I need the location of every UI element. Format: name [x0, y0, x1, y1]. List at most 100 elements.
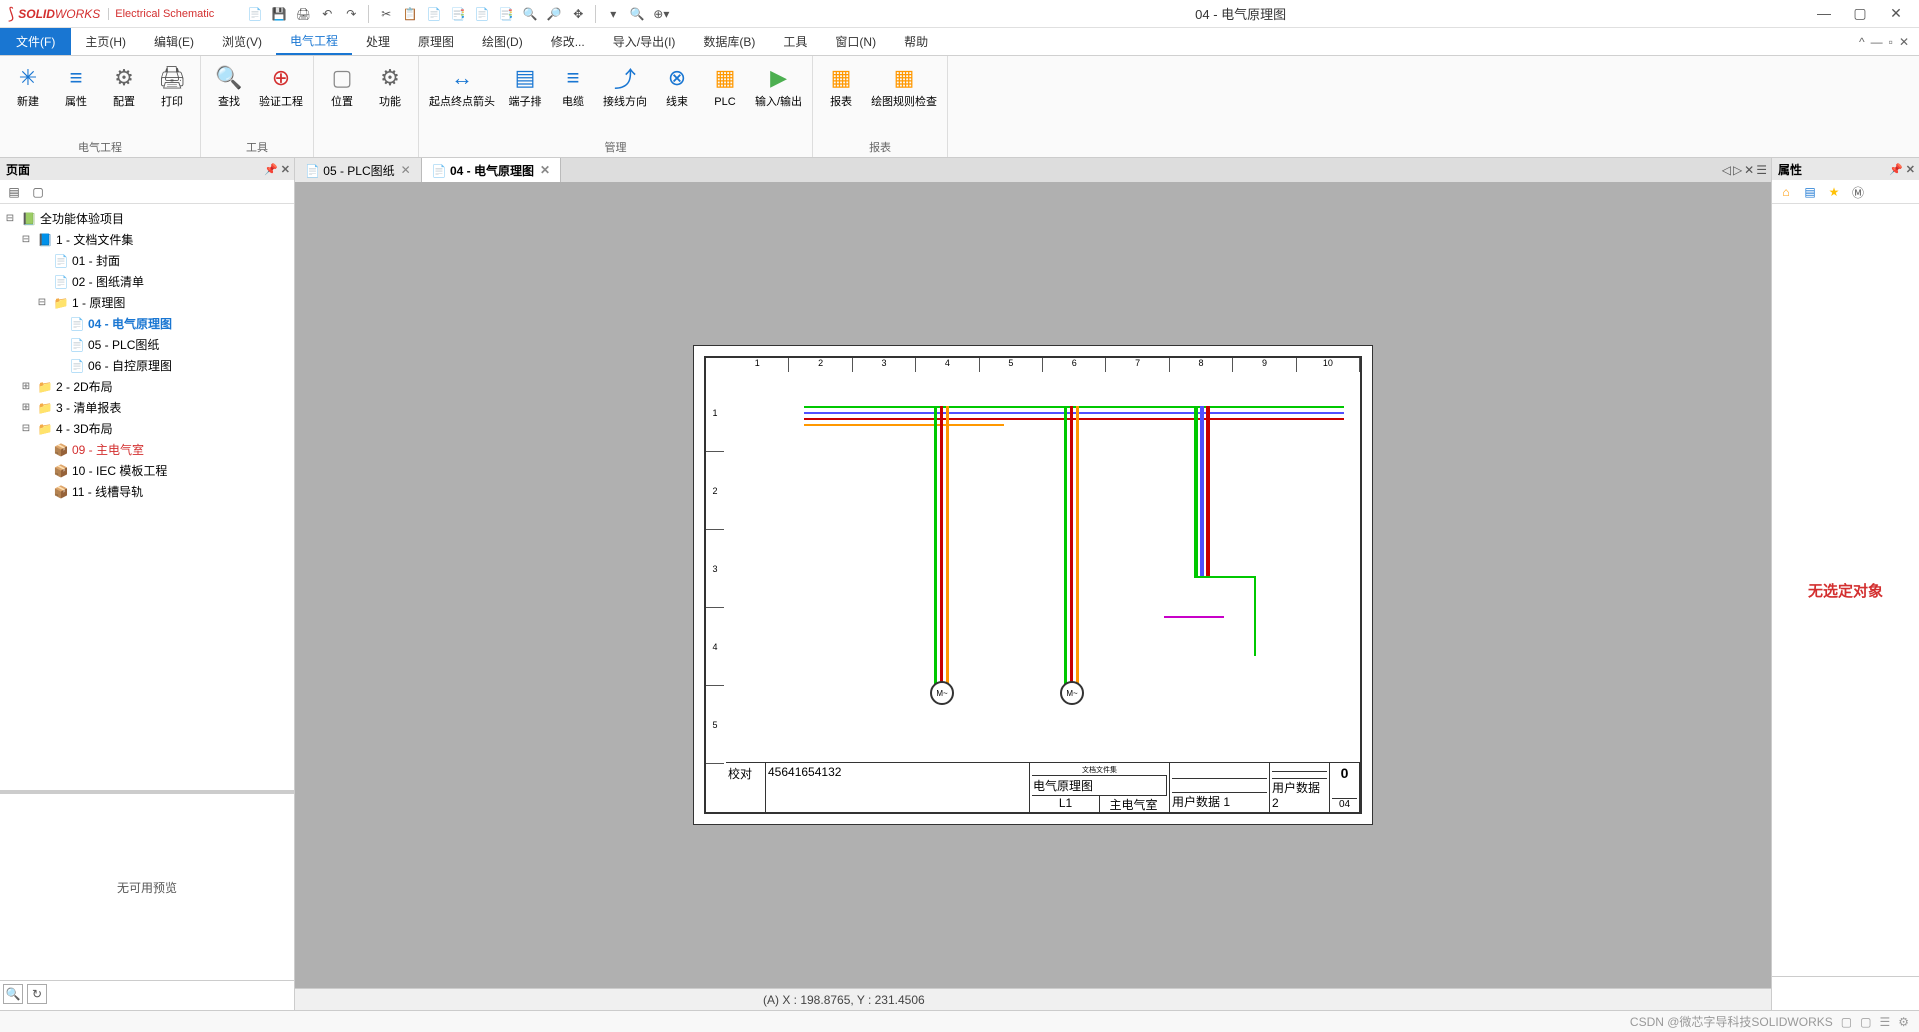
ribbon-绘图规则检查[interactable]: ▦绘图规则检查	[867, 60, 941, 111]
menu-tab-9[interactable]: 数据库(B)	[689, 28, 769, 55]
qat-redo-icon[interactable]: ↷	[340, 3, 362, 25]
qat-copy3-icon[interactable]: 📑	[495, 3, 517, 25]
ribbon-查找[interactable]: 🔍查找	[207, 60, 251, 111]
tab-menu-icon[interactable]: ☰	[1756, 163, 1767, 177]
ribbon-close-icon[interactable]: ✕	[1899, 35, 1909, 49]
qat-search-icon[interactable]: 🔍	[626, 3, 648, 25]
menu-tab-10[interactable]: 工具	[769, 28, 821, 55]
file-menu[interactable]: 文件(F)	[0, 28, 71, 55]
quick-access-toolbar: 📄 💾 🖨 ↶ ↷ ✂ 📋 📄 📑 📄 📑 🔍 🔎 ✥ ▾ 🔍 ⊕▾	[244, 3, 672, 25]
qat-copy2-icon[interactable]: 📄	[471, 3, 493, 25]
ribbon-icon: ≡	[557, 62, 589, 94]
zoom-tool-icon[interactable]: 🔍	[3, 984, 23, 1004]
pin-icon[interactable]: 📌 ✕	[1889, 163, 1915, 176]
tree-item[interactable]: 📄01 - 封面	[51, 251, 122, 270]
m-icon[interactable]: Ⓜ	[1848, 182, 1868, 202]
star-icon[interactable]: ★	[1824, 182, 1844, 202]
ribbon-起点终点箭头[interactable]: ↔起点终点箭头	[425, 60, 499, 111]
doctab[interactable]: 📄 04 - 电气原理图✕	[422, 158, 561, 182]
ribbon-新建[interactable]: ✳新建	[6, 60, 50, 111]
canvas[interactable]: 12345678910 12345	[295, 182, 1771, 988]
menu-tab-6[interactable]: 绘图(D)	[468, 28, 537, 55]
doctab[interactable]: 📄 05 - PLC图纸✕	[295, 158, 422, 182]
minimize-button[interactable]: —	[1809, 5, 1839, 22]
ribbon-报表[interactable]: ▦报表	[819, 60, 863, 111]
tab-close-icon[interactable]: ✕	[540, 163, 550, 177]
ribbon-输入/输出[interactable]: ▶输入/输出	[751, 60, 806, 111]
menu-tab-11[interactable]: 窗口(N)	[821, 28, 890, 55]
tree-3d[interactable]: 📁4 - 3D布局	[35, 419, 115, 438]
ribbon-PLC[interactable]: ▦PLC	[703, 60, 747, 111]
app-logo: ⟆ SOLIDWORKS Electrical Schematic	[8, 4, 214, 24]
tree-item[interactable]: 📦09 - 主电气室	[51, 440, 146, 459]
menu-tab-4[interactable]: 处理	[352, 28, 404, 55]
right-panel-header: 属性 📌 ✕	[1772, 158, 1919, 180]
ribbon-电缆[interactable]: ≡电缆	[551, 60, 595, 111]
qat-paste2-icon[interactable]: 📑	[447, 3, 469, 25]
tree-item[interactable]: 📄05 - PLC图纸	[67, 335, 161, 354]
tab-nav-right-icon[interactable]: ▷	[1733, 163, 1742, 177]
menu-tab-2[interactable]: 浏览(V)	[208, 28, 276, 55]
qat-print-icon[interactable]: 🖨	[292, 3, 314, 25]
qat-new-icon[interactable]: 📄	[244, 3, 266, 25]
qat-target-icon[interactable]: ⊕▾	[650, 3, 672, 25]
ribbon-端子排[interactable]: ▤端子排	[503, 60, 547, 111]
ribbon-属性[interactable]: ≡属性	[54, 60, 98, 111]
menu-tab-7[interactable]: 修改...	[537, 28, 599, 55]
qat-paste-icon[interactable]: 📄	[423, 3, 445, 25]
tree-item[interactable]: 📦10 - IEC 模板工程	[51, 461, 169, 480]
menu-tab-12[interactable]: 帮助	[890, 28, 942, 55]
refresh-icon[interactable]: ↻	[27, 984, 47, 1004]
tab-close-icon[interactable]: ✕	[401, 163, 411, 177]
menu-tab-8[interactable]: 导入/导出(I)	[599, 28, 690, 55]
footer-icon2[interactable]: ▢	[1860, 1015, 1871, 1029]
qat-pan-icon[interactable]: ✥	[567, 3, 589, 25]
ribbon-icon: ▦	[888, 62, 920, 94]
tree-schematic-folder[interactable]: 📁1 - 原理图	[51, 293, 127, 312]
ribbon-restore-icon[interactable]: ▫	[1889, 35, 1893, 49]
drawing-sheet: 12345678910 12345	[693, 345, 1373, 825]
preview-pane: 无可用预览	[0, 790, 294, 980]
ribbon-配置[interactable]: ⚙配置	[102, 60, 146, 111]
qat-cut-icon[interactable]: ✂	[375, 3, 397, 25]
ribbon-验证工程[interactable]: ⊕验证工程	[255, 60, 307, 111]
home-icon[interactable]: ⌂	[1776, 182, 1796, 202]
footer-icon1[interactable]: ▢	[1841, 1015, 1852, 1029]
qat-copy-icon[interactable]: 📋	[399, 3, 421, 25]
footer-icon3[interactable]: ☰	[1879, 1015, 1890, 1029]
qat-zoom-in-icon[interactable]: 🔍	[519, 3, 541, 25]
qat-filter-icon[interactable]: ▾	[602, 3, 624, 25]
ribbon-min-icon[interactable]: —	[1871, 35, 1883, 49]
tree-docset[interactable]: 📘1 - 文档文件集	[35, 230, 135, 249]
qat-undo-icon[interactable]: ↶	[316, 3, 338, 25]
menu-tab-3[interactable]: 电气工程	[276, 28, 352, 55]
thumb-view-icon[interactable]: ▢	[28, 182, 48, 202]
ribbon-打印[interactable]: 🖨打印	[150, 60, 194, 111]
ribbon-功能[interactable]: ⚙功能	[368, 60, 412, 111]
restore-button[interactable]: ▢	[1845, 5, 1875, 22]
tree-root[interactable]: 📗全功能体验项目	[19, 209, 126, 228]
tree-report[interactable]: 📁3 - 清单报表	[35, 398, 123, 417]
tab-nav-left-icon[interactable]: ◁	[1722, 163, 1731, 177]
menu-tab-0[interactable]: 主页(H)	[71, 28, 140, 55]
pin-icon[interactable]: 📌 ✕	[264, 163, 290, 176]
qat-zoom-out-icon[interactable]: 🔎	[543, 3, 565, 25]
close-button[interactable]: ✕	[1881, 5, 1911, 22]
ribbon-icon: ▤	[509, 62, 541, 94]
ribbon-接线方向[interactable]: ⤴接线方向	[599, 60, 651, 111]
list-icon[interactable]: ▤	[1800, 182, 1820, 202]
ribbon-线束[interactable]: ⊗线束	[655, 60, 699, 111]
qat-save-icon[interactable]: 💾	[268, 3, 290, 25]
tree-item[interactable]: 📄04 - 电气原理图	[67, 314, 174, 333]
menu-tab-5[interactable]: 原理图	[404, 28, 468, 55]
menu-tab-1[interactable]: 编辑(E)	[140, 28, 208, 55]
tab-close-icon[interactable]: ✕	[1744, 163, 1754, 177]
tree-item[interactable]: 📄06 - 自控原理图	[67, 356, 174, 375]
tree-view-icon[interactable]: ▤	[4, 182, 24, 202]
footer-icon4[interactable]: ⚙	[1898, 1015, 1909, 1029]
tree-2d[interactable]: 📁2 - 2D布局	[35, 377, 115, 396]
ribbon-collapse-icon[interactable]: ^	[1859, 35, 1865, 49]
tree-item[interactable]: 📄02 - 图纸清单	[51, 272, 146, 291]
ribbon-位置[interactable]: ▢位置	[320, 60, 364, 111]
tree-item[interactable]: 📦11 - 线槽导轨	[51, 482, 145, 501]
